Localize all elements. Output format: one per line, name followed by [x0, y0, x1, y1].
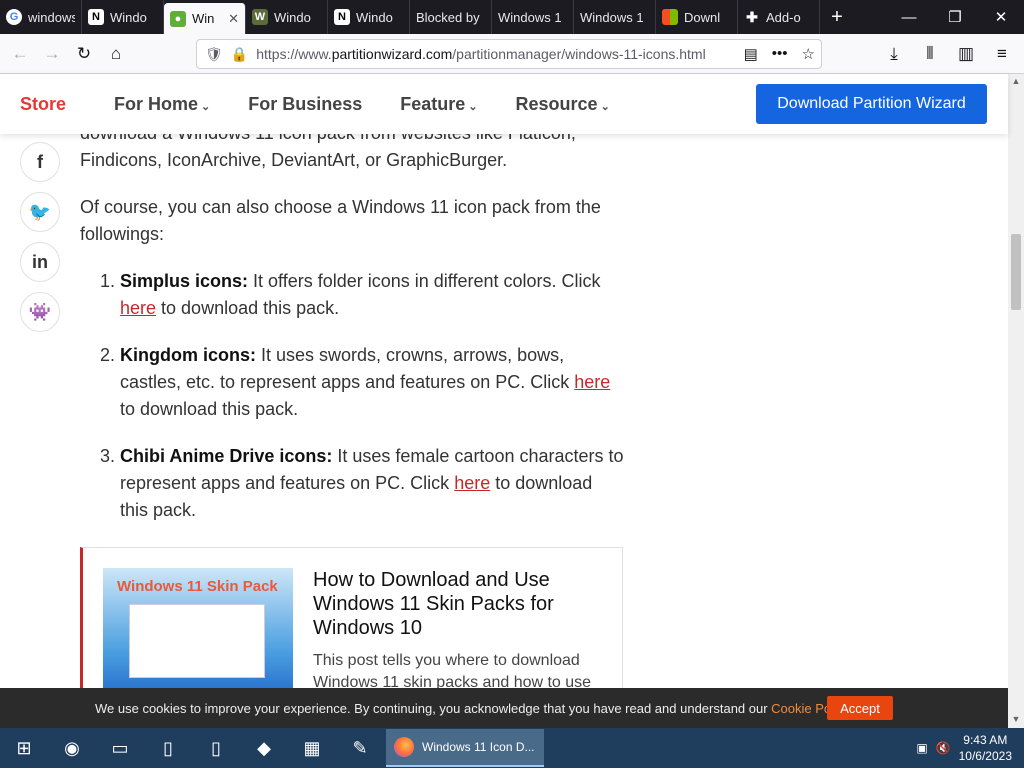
home-icon[interactable]: ⌂ [100, 38, 132, 70]
browser-nav-bar: ← → ↻ ⌂ 🛡 🔒 https://www.partitionwizard.… [0, 34, 1024, 74]
minimize-icon[interactable]: — [886, 0, 932, 34]
chevron-down-icon: ⌄ [201, 100, 211, 113]
download-link[interactable]: here [574, 372, 610, 392]
menu-icon[interactable]: ≡ [986, 38, 1018, 70]
page-scrollbar[interactable]: ▲ ▼ [1008, 74, 1024, 728]
download-link[interactable]: here [120, 298, 156, 318]
url-bar[interactable]: 🛡 🔒 https://www.partitionwizard.com/part… [196, 39, 822, 69]
mw-icon: W [252, 9, 268, 25]
nav-for-business[interactable]: For Business [248, 94, 362, 115]
download-icon[interactable]: ⤓ [878, 38, 910, 70]
nav-store[interactable]: Store [20, 94, 66, 115]
edge-icon[interactable]: ◉ [48, 728, 96, 768]
nav-resource[interactable]: Resource ⌄ [516, 94, 610, 115]
page-content: f 🐦 in 👾 download a Windows 11 icon pack… [0, 134, 1008, 688]
tab-3[interactable]: W Windo [246, 0, 328, 34]
chevron-down-icon: ⌄ [600, 100, 610, 113]
tab-0[interactable]: Gwindows [0, 0, 82, 34]
reload-icon[interactable]: ↻ [68, 38, 100, 70]
paint-icon[interactable]: ✎ [336, 728, 384, 768]
tab-2-active[interactable]: ● Win ✕ [164, 3, 246, 34]
reddit-icon[interactable]: 👾 [20, 292, 60, 332]
paragraph: Of course, you can also choose a Windows… [80, 197, 601, 244]
nav-feature[interactable]: Feature ⌄ [400, 94, 477, 115]
chart-app-icon[interactable]: ▦ [288, 728, 336, 768]
sidebar-icon[interactable]: ▥ [950, 38, 982, 70]
partitionwizard-icon: ● [170, 10, 186, 27]
tab-5[interactable]: Blocked by [410, 0, 492, 34]
reader-view-icon[interactable]: ▤ [744, 45, 758, 63]
scroll-down-icon[interactable]: ▼ [1010, 714, 1022, 724]
url-text: https://www.partitionwizard.com/partitio… [256, 46, 706, 62]
start-windows-icon[interactable]: ⊞ [0, 728, 48, 768]
new-tab-button[interactable]: + [820, 0, 854, 34]
paragraph: download a Windows 11 icon pack from web… [80, 134, 576, 170]
download-link[interactable]: here [454, 473, 490, 493]
article-body: download a Windows 11 icon pack from web… [80, 134, 625, 544]
scroll-up-icon[interactable]: ▲ [1010, 76, 1022, 86]
library-icon[interactable]: ⫴ [914, 38, 946, 70]
lock-icon[interactable]: 🔒 [231, 46, 248, 63]
windows-taskbar: ⊞ ◉ ▭ ▯ ▯ ◆ ▦ ✎ Windows 11 Icon D... ▣ 🔇… [0, 728, 1024, 768]
tab-6[interactable]: Windows 1 [492, 0, 574, 34]
related-post-title[interactable]: How to Download and Use Windows 11 Skin … [313, 568, 603, 640]
shield-icon[interactable]: 🛡 [205, 46, 223, 63]
facebook-icon[interactable]: f [20, 142, 60, 182]
microsoft-icon [662, 9, 678, 25]
social-share-bar: f 🐦 in 👾 [20, 142, 60, 332]
crystal-icon[interactable]: ◆ [240, 728, 288, 768]
related-post-thumbnail[interactable]: Windows 11 Skin Pack [103, 568, 293, 688]
download-partition-wizard-button[interactable]: Download Partition Wizard [756, 84, 987, 124]
close-window-icon[interactable]: ✕ [978, 0, 1024, 34]
nav-for-home[interactable]: For Home ⌄ [114, 94, 210, 115]
tab-1[interactable]: N Windo [82, 0, 164, 34]
tab-7[interactable]: Windows 1 [574, 0, 656, 34]
chevron-down-icon: ⌄ [468, 100, 478, 113]
list-item: Chibi Anime Drive icons: It uses female … [120, 443, 625, 524]
file-icon[interactable]: ▯ [144, 728, 192, 768]
file-icon[interactable]: ▯ [192, 728, 240, 768]
bookmark-star-icon[interactable]: ☆ [802, 45, 815, 63]
scrollbar-thumb[interactable] [1011, 234, 1021, 310]
more-actions-icon[interactable]: ••• [772, 45, 788, 63]
related-post-description: This post tells you where to download Wi… [313, 652, 592, 688]
site-nav: Store For Home ⌄ For Business Feature ⌄ Re… [0, 94, 648, 115]
puzzle-icon: ✚ [746, 8, 758, 25]
browser-tab-strip: Gwindows N Windo ● Win ✕ W Windo N Windo Bloc… [0, 0, 1024, 34]
back-arrow-icon[interactable]: ← [4, 38, 36, 70]
window-controls: — ❐ ✕ [886, 0, 1024, 34]
site-header: Store For Home ⌄ For Business Feature ⌄ Re… [0, 74, 1008, 134]
twitter-icon[interactable]: 🐦 [20, 192, 60, 232]
volume-muted-icon[interactable]: 🔇 [936, 741, 951, 755]
cookie-message: We use cookies to improve your experienc… [95, 700, 853, 716]
clock[interactable]: 9:43 AM 10/6/2023 [959, 732, 1012, 764]
close-tab-icon[interactable]: ✕ [228, 11, 239, 27]
icon-pack-list: Simplus icons: It offers folder icons in… [120, 268, 625, 524]
restore-icon[interactable]: ❐ [932, 0, 978, 34]
cookie-banner: We use cookies to improve your experienc… [0, 688, 1008, 728]
tab-8[interactable]: Downl [656, 0, 738, 34]
list-item: Simplus icons: It offers folder icons in… [120, 268, 625, 322]
forward-arrow-icon[interactable]: → [36, 38, 68, 70]
linkedin-icon[interactable]: in [20, 242, 60, 282]
list-item: Kingdom icons: It uses swords, crowns, a… [120, 342, 625, 423]
tab-9[interactable]: ✚ Add-o [738, 0, 820, 34]
system-tray: ▣ 🔇 9:43 AM 10/6/2023 [916, 732, 1024, 764]
google-icon: G [6, 9, 22, 25]
color-app-icon[interactable]: ▣ [916, 741, 927, 755]
taskbar-firefox-window[interactable]: Windows 11 Icon D... [386, 729, 544, 767]
window-preview [129, 604, 265, 678]
notion-icon: N [334, 9, 350, 25]
firefox-icon [394, 737, 414, 757]
terminal-icon[interactable]: ▭ [96, 728, 144, 768]
notion-icon: N [88, 9, 104, 25]
accept-cookies-button[interactable]: Accept [827, 696, 893, 720]
tab-4[interactable]: N Windo [328, 0, 410, 34]
related-post-card[interactable]: Windows 11 Skin Pack How to Download and… [80, 547, 623, 688]
